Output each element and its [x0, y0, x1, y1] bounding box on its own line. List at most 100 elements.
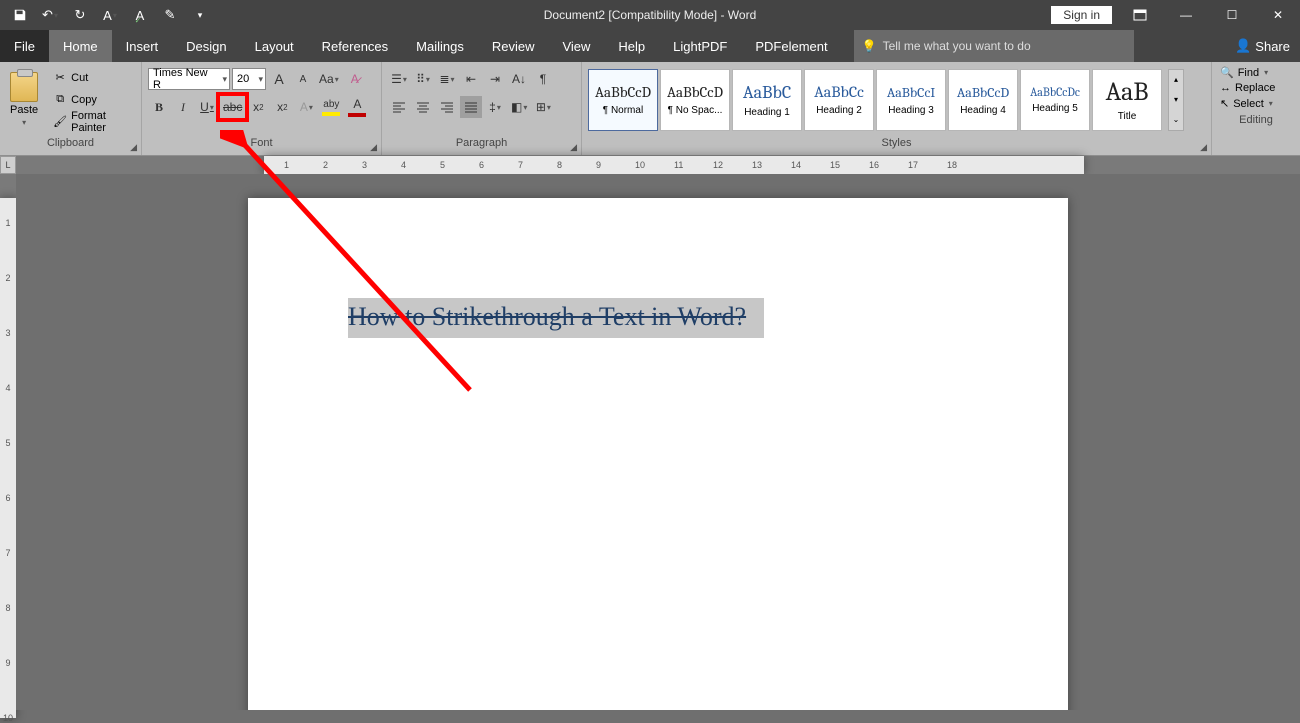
font-launcher[interactable]: ◢	[370, 142, 377, 153]
grow-font-button[interactable]: A	[268, 68, 290, 90]
styles-scroll[interactable]: ▴▾⌄	[1168, 69, 1184, 131]
styles-gallery[interactable]: AaBbCcD¶ NormalAaBbCcD¶ No Spac...AaBbCH…	[586, 66, 1164, 134]
group-label: Paragraph	[382, 137, 581, 155]
undo-button[interactable]: ↶▾	[36, 2, 64, 28]
numbering-button[interactable]: ⠿▾	[412, 68, 434, 90]
bold-button[interactable]: B	[148, 96, 170, 118]
spelling-button[interactable]: A✓	[126, 2, 154, 28]
share-icon: 👤	[1235, 38, 1251, 54]
select-button[interactable]: ↖Select▾	[1220, 97, 1292, 110]
show-marks-button[interactable]: ¶	[532, 68, 554, 90]
scissors-icon: ✂	[53, 71, 67, 85]
share-button[interactable]: 👤 Share	[1225, 30, 1300, 62]
ribbon-options-button[interactable]	[1122, 0, 1158, 30]
cursor-icon: ↖	[1220, 97, 1229, 110]
group-label: Editing	[1212, 114, 1300, 132]
align-left-button[interactable]	[388, 96, 410, 118]
paste-icon	[10, 72, 38, 102]
style-heading-5[interactable]: AaBbCcDcHeading 5	[1020, 69, 1090, 131]
replace-button[interactable]: ↔Replace	[1220, 82, 1292, 94]
qat-button-1[interactable]: A▾	[96, 2, 124, 28]
increase-indent-button[interactable]: ⇥	[484, 68, 506, 90]
signin-button[interactable]: Sign in	[1051, 6, 1112, 24]
justify-button[interactable]	[460, 96, 482, 118]
paste-button[interactable]: Paste ▾	[6, 72, 42, 127]
tab-insert[interactable]: Insert	[112, 30, 173, 62]
style-heading-3[interactable]: AaBbCcIHeading 3	[876, 69, 946, 131]
quick-access-toolbar: ↶▾ ↻ A▾ A✓ ✎ ▾	[0, 2, 214, 28]
style-title[interactable]: AaBTitle	[1092, 69, 1162, 131]
font-size-combo[interactable]: 20	[232, 68, 266, 90]
style--no-spac-[interactable]: AaBbCcD¶ No Spac...	[660, 69, 730, 131]
qat-button-2[interactable]: ✎	[156, 2, 184, 28]
group-label: Styles	[582, 137, 1211, 155]
subscript-button[interactable]: x2	[247, 96, 269, 118]
tab-help[interactable]: Help	[604, 30, 659, 62]
font-color-button[interactable]: A	[345, 96, 369, 118]
group-font: Times New R 20 A A Aa▾ A̷ B I U▾ abc x2 …	[142, 62, 382, 155]
tab-references[interactable]: References	[308, 30, 402, 62]
shading-button[interactable]: ◧▾	[508, 96, 530, 118]
style-heading-4[interactable]: AaBbCcDHeading 4	[948, 69, 1018, 131]
style--normal[interactable]: AaBbCcD¶ Normal	[588, 69, 658, 131]
paragraph-launcher[interactable]: ◢	[570, 142, 577, 153]
underline-button[interactable]: U▾	[196, 96, 218, 118]
tab-pdfelement[interactable]: PDFelement	[741, 30, 841, 62]
align-right-button[interactable]	[436, 96, 458, 118]
style-heading-2[interactable]: AaBbCcHeading 2	[804, 69, 874, 131]
clear-formatting-button[interactable]: A̷	[344, 68, 366, 90]
brush-icon: 🖌	[53, 115, 67, 129]
group-label: Clipboard	[0, 137, 141, 155]
multilevel-button[interactable]: ≣▾	[436, 68, 458, 90]
search-icon: 🔍	[1220, 66, 1234, 79]
borders-button[interactable]: ⊞▾	[532, 96, 554, 118]
decrease-indent-button[interactable]: ⇤	[460, 68, 482, 90]
copy-button[interactable]: ⧉Copy	[50, 90, 135, 110]
document-page[interactable]: How to Strikethrough a Text in Word?	[248, 198, 1068, 710]
selected-text[interactable]: How to Strikethrough a Text in Word?	[348, 298, 764, 338]
save-button[interactable]	[6, 2, 34, 28]
document-canvas[interactable]: How to Strikethrough a Text in Word?	[16, 174, 1300, 710]
format-painter-button[interactable]: 🖌Format Painter	[50, 112, 135, 132]
tab-lightpdf[interactable]: LightPDF	[659, 30, 741, 62]
replace-icon: ↔	[1220, 82, 1231, 94]
cut-button[interactable]: ✂Cut	[50, 68, 135, 88]
tab-design[interactable]: Design	[172, 30, 240, 62]
font-name-combo[interactable]: Times New R	[148, 68, 230, 90]
qat-customize[interactable]: ▾	[186, 2, 214, 28]
group-editing: 🔍Find▾ ↔Replace ↖Select▾ Editing	[1212, 62, 1300, 155]
group-label: Font	[142, 137, 381, 155]
highlight-button[interactable]: aby	[319, 98, 343, 117]
ribbon-home: Paste ▾ ✂Cut ⧉Copy 🖌Format Painter Clipb…	[0, 62, 1300, 156]
change-case-button[interactable]: Aa▾	[316, 68, 342, 90]
vertical-ruler[interactable]: 12345678910	[0, 174, 16, 710]
tab-review[interactable]: Review	[478, 30, 549, 62]
redo-button[interactable]: ↻	[66, 2, 94, 28]
tab-view[interactable]: View	[548, 30, 604, 62]
tab-layout[interactable]: Layout	[241, 30, 308, 62]
horizontal-ruler[interactable]: 123456789101112131415161718	[16, 156, 1300, 174]
shrink-font-button[interactable]: A	[292, 68, 314, 90]
close-button[interactable]: ✕	[1260, 0, 1296, 30]
minimize-button[interactable]: —	[1168, 0, 1204, 30]
tellme-search[interactable]: 💡 Tell me what you want to do	[854, 30, 1134, 62]
italic-button[interactable]: I	[172, 96, 194, 118]
maximize-button[interactable]: ☐	[1214, 0, 1250, 30]
tellme-placeholder: Tell me what you want to do	[883, 39, 1031, 53]
tab-file[interactable]: File	[0, 30, 49, 62]
tab-mailings[interactable]: Mailings	[402, 30, 478, 62]
style-heading-1[interactable]: AaBbCHeading 1	[732, 69, 802, 131]
strikethrough-button[interactable]: abc	[220, 96, 245, 118]
find-button[interactable]: 🔍Find▾	[1220, 66, 1292, 79]
line-spacing-button[interactable]: ‡▾	[484, 96, 506, 118]
align-center-button[interactable]	[412, 96, 434, 118]
sort-button[interactable]: A↓	[508, 68, 530, 90]
styles-launcher[interactable]: ◢	[1200, 142, 1207, 153]
tab-home[interactable]: Home	[49, 30, 112, 62]
text-effects-button[interactable]: A▾	[295, 96, 317, 118]
group-clipboard: Paste ▾ ✂Cut ⧉Copy 🖌Format Painter Clipb…	[0, 62, 142, 155]
clipboard-launcher[interactable]: ◢	[130, 142, 137, 153]
ruler-corner[interactable]: L	[0, 156, 16, 174]
superscript-button[interactable]: x2	[271, 96, 293, 118]
bullets-button[interactable]: ☰▾	[388, 68, 410, 90]
